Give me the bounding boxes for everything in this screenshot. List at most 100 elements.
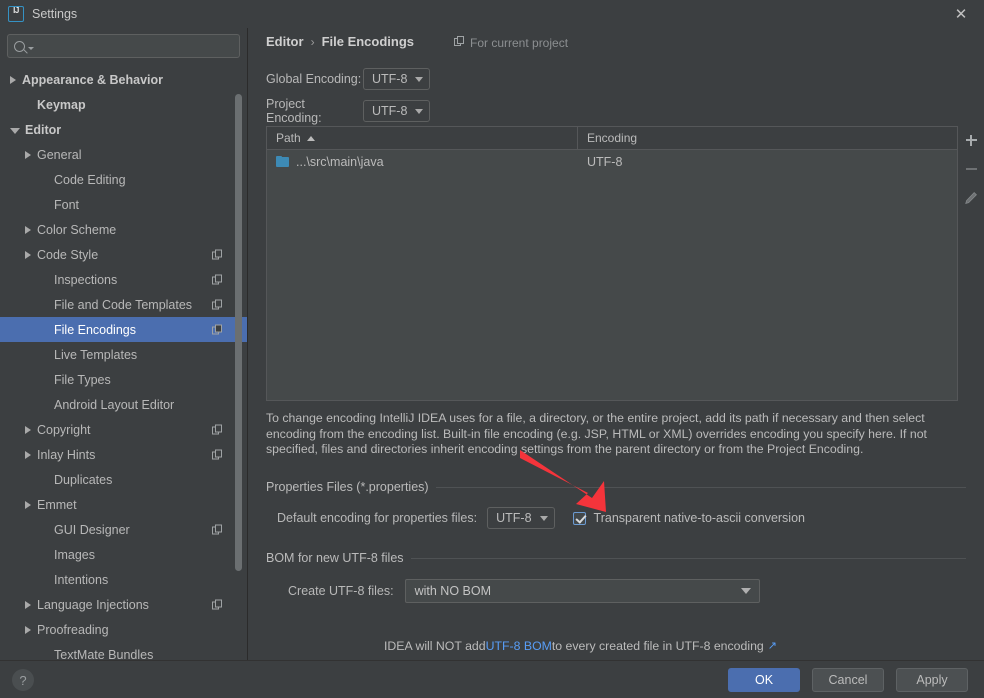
sidebar-item-appearance-behavior[interactable]: Appearance & Behavior (0, 67, 247, 92)
bom-group-title: BOM for new UTF-8 files (266, 551, 404, 565)
transparent-conversion-checkbox-row[interactable]: Transparent native-to-ascii conversion (572, 511, 805, 525)
chevron-right-icon[interactable] (25, 225, 31, 234)
sidebar-item-images[interactable]: Images (0, 542, 247, 567)
sidebar-item-android-layout-editor[interactable]: Android Layout Editor (0, 392, 247, 417)
add-row-button[interactable] (961, 130, 981, 150)
search-icon (14, 40, 25, 52)
cancel-button[interactable]: Cancel (812, 668, 884, 692)
properties-encoding-select[interactable]: UTF-8 (487, 507, 555, 529)
chevron-right-icon[interactable] (25, 150, 31, 159)
search-box[interactable] (7, 34, 240, 58)
sidebar-item-proofreading[interactable]: Proofreading (0, 617, 247, 642)
sidebar-item-language-injections[interactable]: Language Injections (0, 592, 247, 617)
create-utf8-select[interactable]: with NO BOM (404, 579, 760, 603)
sidebar-item-file-encodings[interactable]: File Encodings (0, 317, 247, 342)
breadcrumb-parent[interactable]: Editor (266, 34, 304, 49)
sidebar-scrollbar-thumb[interactable] (235, 94, 242, 571)
copy-icon (212, 424, 223, 435)
search-input[interactable] (34, 38, 233, 54)
sidebar-item-label: Live Templates (54, 347, 138, 362)
sidebar-item-label: Intentions (54, 572, 109, 587)
window-title: Settings (32, 7, 78, 21)
sidebar-item-duplicates[interactable]: Duplicates (0, 467, 247, 492)
sidebar-item-label: Font (54, 197, 80, 212)
chevron-right-icon[interactable] (25, 500, 31, 509)
external-link-icon[interactable]: ↗ (768, 639, 777, 652)
sidebar-item-editor[interactable]: Editor (0, 117, 247, 142)
chevron-right-icon[interactable] (25, 250, 31, 259)
column-header-encoding-label: Encoding (587, 131, 638, 145)
sidebar-item-label: Emmet (37, 497, 77, 512)
table-toolbar (959, 126, 983, 401)
project-encoding-row: Project Encoding: UTF-8 (266, 97, 431, 125)
sidebar-item-gui-designer[interactable]: GUI Designer (0, 517, 247, 542)
copy-icon (212, 249, 223, 260)
remove-row-button[interactable] (961, 159, 981, 179)
chevron-down-icon (415, 108, 424, 114)
project-encoding-select[interactable]: UTF-8 (363, 100, 431, 122)
table-header: Path Encoding (267, 127, 957, 150)
close-icon[interactable]: ✕ (938, 0, 984, 28)
sidebar-item-intentions[interactable]: Intentions (0, 567, 247, 592)
copy-icon (212, 449, 223, 460)
sidebar-item-general[interactable]: General (0, 142, 247, 167)
divider (410, 557, 966, 559)
sidebar-item-label: Inlay Hints (37, 447, 96, 462)
sidebar-item-inspections[interactable]: Inspections (0, 267, 247, 292)
copy-icon (212, 299, 223, 310)
ok-button[interactable]: OK (728, 668, 800, 692)
settings-tree: Appearance & Behavior Keymap Editor General… (0, 67, 247, 660)
scope-badge-label: For current project (470, 36, 569, 50)
copy-icon (454, 36, 465, 49)
apply-button[interactable]: Apply (896, 668, 968, 692)
bom-group-header: BOM for new UTF-8 files (266, 551, 966, 565)
sidebar-item-code-style[interactable]: Code Style (0, 242, 247, 267)
create-utf8-row: Create UTF-8 files: with NO BOM (288, 579, 760, 603)
chevron-right-icon[interactable] (10, 75, 16, 84)
sidebar-scrollbar[interactable] (235, 66, 242, 626)
edit-row-button[interactable] (961, 188, 981, 208)
sidebar-item-label: Keymap (37, 97, 86, 112)
properties-encoding-row: Default encoding for properties files: U… (277, 507, 805, 529)
create-utf8-label: Create UTF-8 files: (288, 584, 394, 598)
sidebar-item-label: Color Scheme (37, 222, 117, 237)
table-cell-path-text: ...\src\main\java (296, 154, 384, 169)
sidebar-item-font[interactable]: Font (0, 192, 247, 217)
file-encodings-panel: Editor › File Encodings For current proj… (249, 28, 984, 660)
chevron-right-icon[interactable] (25, 450, 31, 459)
sidebar-item-keymap[interactable]: Keymap (0, 92, 247, 117)
chevron-right-icon[interactable] (25, 600, 31, 609)
global-encoding-select[interactable]: UTF-8 (363, 68, 431, 90)
chevron-down-icon[interactable] (10, 128, 20, 134)
help-button[interactable]: ? (12, 669, 34, 691)
sidebar-item-file-and-code-templates[interactable]: File and Code Templates (0, 292, 247, 317)
transparent-conversion-checkbox[interactable] (572, 511, 586, 525)
dialog-footer: ? OK Cancel Apply https://blog.csdn.net/… (0, 660, 984, 698)
sidebar-item-copyright[interactable]: Copyright (0, 417, 247, 442)
sidebar-item-file-types[interactable]: File Types (0, 367, 247, 392)
settings-dialog: Settings ✕ Appearance & Behavior Keymap Ed… (0, 0, 984, 698)
sidebar-item-textmate-bundles[interactable]: TextMate Bundles (0, 642, 247, 661)
breadcrumb: Editor › File Encodings (266, 34, 414, 49)
sidebar-item-inlay-hints[interactable]: Inlay Hints (0, 442, 247, 467)
sidebar-item-code-editing[interactable]: Code Editing (0, 167, 247, 192)
column-header-encoding[interactable]: Encoding (578, 127, 957, 149)
settings-sidebar: Appearance & Behavior Keymap Editor General… (0, 28, 248, 660)
chevron-down-icon (740, 588, 751, 594)
sidebar-item-emmet[interactable]: Emmet (0, 492, 247, 517)
intellij-idea-logo-icon (8, 6, 24, 22)
sidebar-item-color-scheme[interactable]: Color Scheme (0, 217, 247, 242)
column-header-path[interactable]: Path (267, 127, 578, 149)
chevron-right-icon[interactable] (25, 625, 31, 634)
breadcrumb-separator: › (310, 34, 315, 49)
chevron-right-icon[interactable] (25, 425, 31, 434)
encodings-description: To change encoding IntelliJ IDEA uses fo… (266, 411, 927, 456)
table-row[interactable]: ...\src\main\java UTF-8 (267, 150, 957, 173)
properties-encoding-label: Default encoding for properties files: (277, 511, 478, 525)
sort-ascending-icon (306, 135, 315, 141)
copy-icon (212, 599, 223, 610)
table-cell-encoding-text: UTF-8 (587, 154, 623, 169)
create-utf8-value: with NO BOM (414, 584, 491, 598)
sidebar-item-live-templates[interactable]: Live Templates (0, 342, 247, 367)
bom-note-link[interactable]: UTF-8 BOM (486, 639, 552, 653)
